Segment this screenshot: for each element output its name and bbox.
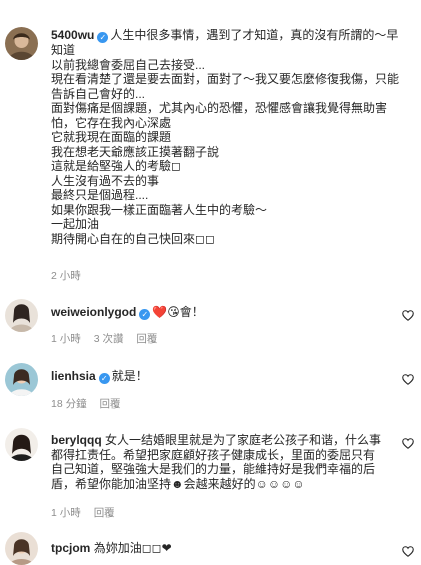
comment-body: tpcjom 為妳加油◻︎◻︎❤ <box>51 541 403 556</box>
heart-icon[interactable] <box>402 438 414 449</box>
comment-text-line: 自己知道，堅強強大是我们的力量，能維持好是我們幸福的后 <box>51 462 376 476</box>
reply-button[interactable]: 回覆 <box>94 507 115 519</box>
avatar[interactable] <box>5 299 38 332</box>
heart-icon[interactable] <box>402 310 414 321</box>
comment-text-line: 知道 <box>51 43 76 57</box>
verified-badge-icon: ✓ <box>98 373 110 384</box>
verified-badge-icon: ✓ <box>139 309 151 320</box>
comment-text-line: 以前我總會委屈自己去接受... <box>51 57 206 72</box>
verified-badge-icon: ✓ <box>97 32 109 43</box>
comment-timestamp: 1 小時 <box>51 333 81 345</box>
comment-text-line: 期待開心自在的自己快回來◻︎◻︎ <box>51 231 215 246</box>
heart-icon[interactable] <box>402 374 414 385</box>
comment-timestamp: 18 分鐘 <box>51 398 87 410</box>
comment-body: berylqqq 女人一结婚眼里就是为了家庭老公孩子和谐，什么事 都得扛责任。希… <box>51 433 403 491</box>
comment-text-line: 面對傷痛是個課題，尤其內心的恐懼，恐懼感會讓我覺得無助害 <box>51 101 388 115</box>
comment-text-line: ❤️😘會！ <box>152 305 204 319</box>
comment-username[interactable]: tpcjom <box>51 541 90 555</box>
comment-body: weiweionlygod ✓ ❤️😘會！ <box>51 305 403 320</box>
heart-icon[interactable] <box>402 546 414 557</box>
comment-text-line: 人生沒有過不去的事 <box>51 173 160 188</box>
comment-body: lienhsia ✓ 就是！ <box>51 369 403 384</box>
comment-timestamp: 2 小時 <box>51 270 81 282</box>
comment-meta: 2 小時 <box>51 268 91 283</box>
comment-text-line: 如果你跟我一樣正面臨著人生中的考驗～ <box>51 202 268 217</box>
comment-meta: 1 小時 回覆 <box>51 505 125 520</box>
comment-text-line: 現在看清楚了還是要去面對，面對了～我又要怎麼修復我傷，只能 <box>51 72 400 86</box>
reply-button[interactable]: 回覆 <box>100 398 121 410</box>
comment-text-line: 人生中很多事情，遇到了才知道，真的沒有所謂的～早 <box>110 28 399 42</box>
avatar[interactable] <box>5 363 38 396</box>
comment-text-line: 盾，希望你能加油坚持☻会越来越好的☺☺☺☺ <box>51 476 305 491</box>
comment-text-line: 告訴自己會好的... <box>51 86 146 101</box>
comment-text-line: 一起加油 <box>51 217 100 231</box>
comment-text-line: 怕，它存在我內心深處 <box>51 115 172 130</box>
comment-username[interactable]: weiweionlygod <box>51 305 136 319</box>
comment-text-line: 我在想老天爺應該正摸著翻子說 <box>51 144 220 159</box>
comment-meta: 18 分鐘 回覆 <box>51 396 131 411</box>
comment-text-line: 最終只是個過程.... <box>51 188 149 202</box>
comment-timestamp: 1 小時 <box>51 507 81 519</box>
comment-username[interactable]: berylqqq <box>51 433 102 447</box>
comment-text-line: 都得扛责任。希望把家庭顧好孩子健康成长，里面的委屈只有 <box>51 447 376 462</box>
comment-meta: 1 小時 3 次讚 回覆 <box>51 331 167 346</box>
comment-username[interactable]: lienhsia <box>51 369 96 383</box>
comment-like-count[interactable]: 3 次讚 <box>94 333 124 345</box>
avatar[interactable] <box>5 428 38 461</box>
reply-button[interactable]: 回覆 <box>136 333 157 345</box>
comment-text-line: 它就我現在面臨的課題 <box>51 130 172 144</box>
comment-username[interactable]: 5400wu <box>51 28 94 42</box>
comment-text-line: 就是！ <box>111 369 148 383</box>
comment-text-line: 這就是給堅強人的考驗◻︎ <box>51 159 181 173</box>
avatar[interactable] <box>5 532 38 565</box>
comment-text-line: 女人一结婚眼里就是为了家庭老公孩子和谐，什么事 <box>105 433 382 447</box>
comment-body: 5400wu ✓ 人生中很多事情，遇到了才知道，真的沒有所謂的～早 知道 以前我總會… <box>51 28 403 246</box>
avatar[interactable] <box>5 27 38 60</box>
comment-text-line: 為妳加油◻︎◻︎❤ <box>93 541 172 555</box>
